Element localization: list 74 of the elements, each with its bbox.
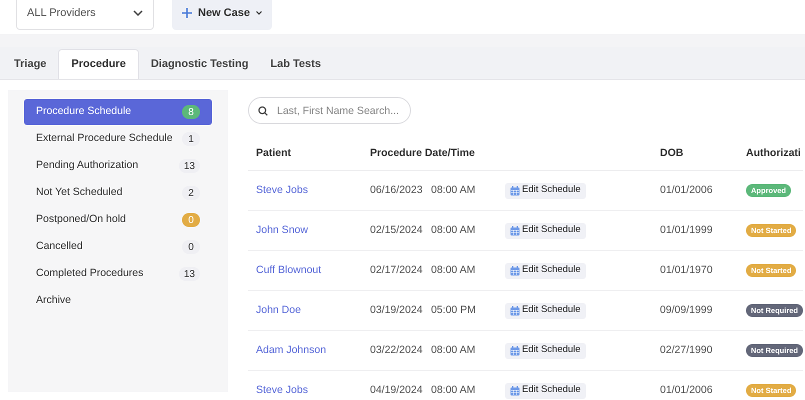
provider-dropdown[interactable]: ALL Providers (16, 0, 154, 30)
dob-cell-text: 01/01/2006 (660, 382, 714, 398)
date-cell-text: 06/16/2023 (370, 182, 424, 198)
date-cell-text: 03/22/2024 (370, 342, 424, 358)
edit-schedule-button[interactable]: Edit Schedule (505, 222, 586, 238)
calendar-icon (510, 346, 520, 356)
date-cell-text: 03/19/2024 (370, 302, 424, 318)
time-cell-text: 08:00 AM (431, 182, 476, 198)
item-label: Archive (36, 293, 72, 308)
count-badge: 0 (182, 213, 200, 227)
count-badge: 0 (182, 240, 200, 254)
patient-link[interactable]: John Snow (256, 224, 308, 236)
tab[interactable]: Triage (4, 49, 56, 79)
search-icon (258, 106, 268, 116)
calendar-icon (510, 186, 520, 196)
sidebar-item[interactable]: Archive (24, 288, 212, 314)
time-cell-text: 08:00 AM (431, 382, 476, 398)
item-label: Pending Authorization (36, 158, 138, 174)
item-label: External Procedure Schedule (36, 131, 173, 146)
column-header: Authorizati (746, 146, 801, 162)
calendar-icon (510, 386, 520, 396)
edit-schedule-button[interactable]: Edit Schedule (505, 182, 586, 198)
plus-icon (182, 8, 192, 18)
item-label: Procedure Schedule (36, 104, 132, 120)
dob-cell-text: 09/09/1999 (660, 302, 714, 318)
column-header: Procedure Date/Time (370, 146, 476, 162)
time-cell-text: 05:00 PM (430, 302, 477, 318)
count-badge: 2 (182, 186, 200, 200)
item-label: Cancelled (36, 239, 83, 254)
patient-link[interactable]: John Doe (256, 304, 301, 316)
tab[interactable]: Procedure (58, 49, 139, 79)
sidebar-item[interactable]: External Procedure Schedule 1 (24, 126, 212, 152)
tab[interactable]: Diagnostic Testing (140, 49, 258, 79)
sidebar-item[interactable]: Not Yet Scheduled 2 (24, 180, 212, 206)
sidebar-item[interactable]: Cancelled 0 (24, 234, 212, 260)
new-case-button[interactable]: New Case (172, 0, 272, 30)
time-cell-text: 08:00 AM (430, 342, 476, 358)
count-badge: 13 (178, 159, 200, 173)
tab[interactable]: Lab Tests (260, 49, 331, 79)
sidebar-item[interactable]: Postponed/On hold 0 (24, 207, 212, 233)
sidebar-item[interactable]: Completed Procedures 13 (24, 261, 212, 287)
calendar-icon (510, 266, 520, 276)
item-label: Completed Procedures (36, 266, 144, 282)
edit-schedule-button[interactable]: Edit Schedule (505, 382, 586, 398)
count-badge: 1 (182, 132, 200, 146)
date-cell-text: 04/19/2024 (370, 382, 424, 398)
caret-icon (256, 11, 262, 15)
column-header: DOB (660, 146, 684, 162)
count-badge: 8 (182, 105, 200, 119)
calendar-icon (510, 226, 520, 236)
patient-link[interactable]: Steve Jobs (256, 184, 308, 196)
dob-cell-text: 01/01/2006 (660, 182, 714, 198)
date-cell-text: 02/17/2024 (370, 262, 424, 278)
chevron-down-icon (133, 10, 143, 16)
patient-link[interactable]: Adam Johnson (256, 344, 326, 356)
item-label: Postponed/On hold (36, 212, 126, 228)
edit-schedule-button[interactable]: Edit Schedule (505, 262, 586, 278)
count-badge: 13 (178, 267, 200, 281)
date-cell-text: 02/15/2024 (370, 222, 424, 238)
patient-link[interactable]: Steve Jobs (256, 384, 308, 396)
patient-link[interactable]: Cuff Blownout (256, 264, 322, 276)
edit-schedule-button[interactable]: Edit Schedule (504, 302, 586, 318)
column-header: Patient (255, 146, 292, 162)
calendar-icon (510, 306, 520, 316)
edit-schedule-button[interactable]: Edit Schedule (504, 342, 586, 358)
dob-cell-text: 01/01/1999 (660, 222, 714, 238)
sidebar-item[interactable]: Procedure Schedule 8 (24, 99, 212, 125)
time-cell-text: 08:00 AM (431, 222, 476, 238)
dob-cell-text: 01/01/1970 (660, 262, 714, 278)
dob-cell-text: 02/27/1990 (660, 342, 714, 358)
search-field[interactable]: Last, First Name Search... (248, 97, 411, 124)
sidebar-item[interactable]: Pending Authorization 13 (24, 153, 212, 179)
item-label: Not Yet Scheduled (36, 185, 122, 200)
time-cell-text: 08:00 AM (431, 262, 476, 278)
